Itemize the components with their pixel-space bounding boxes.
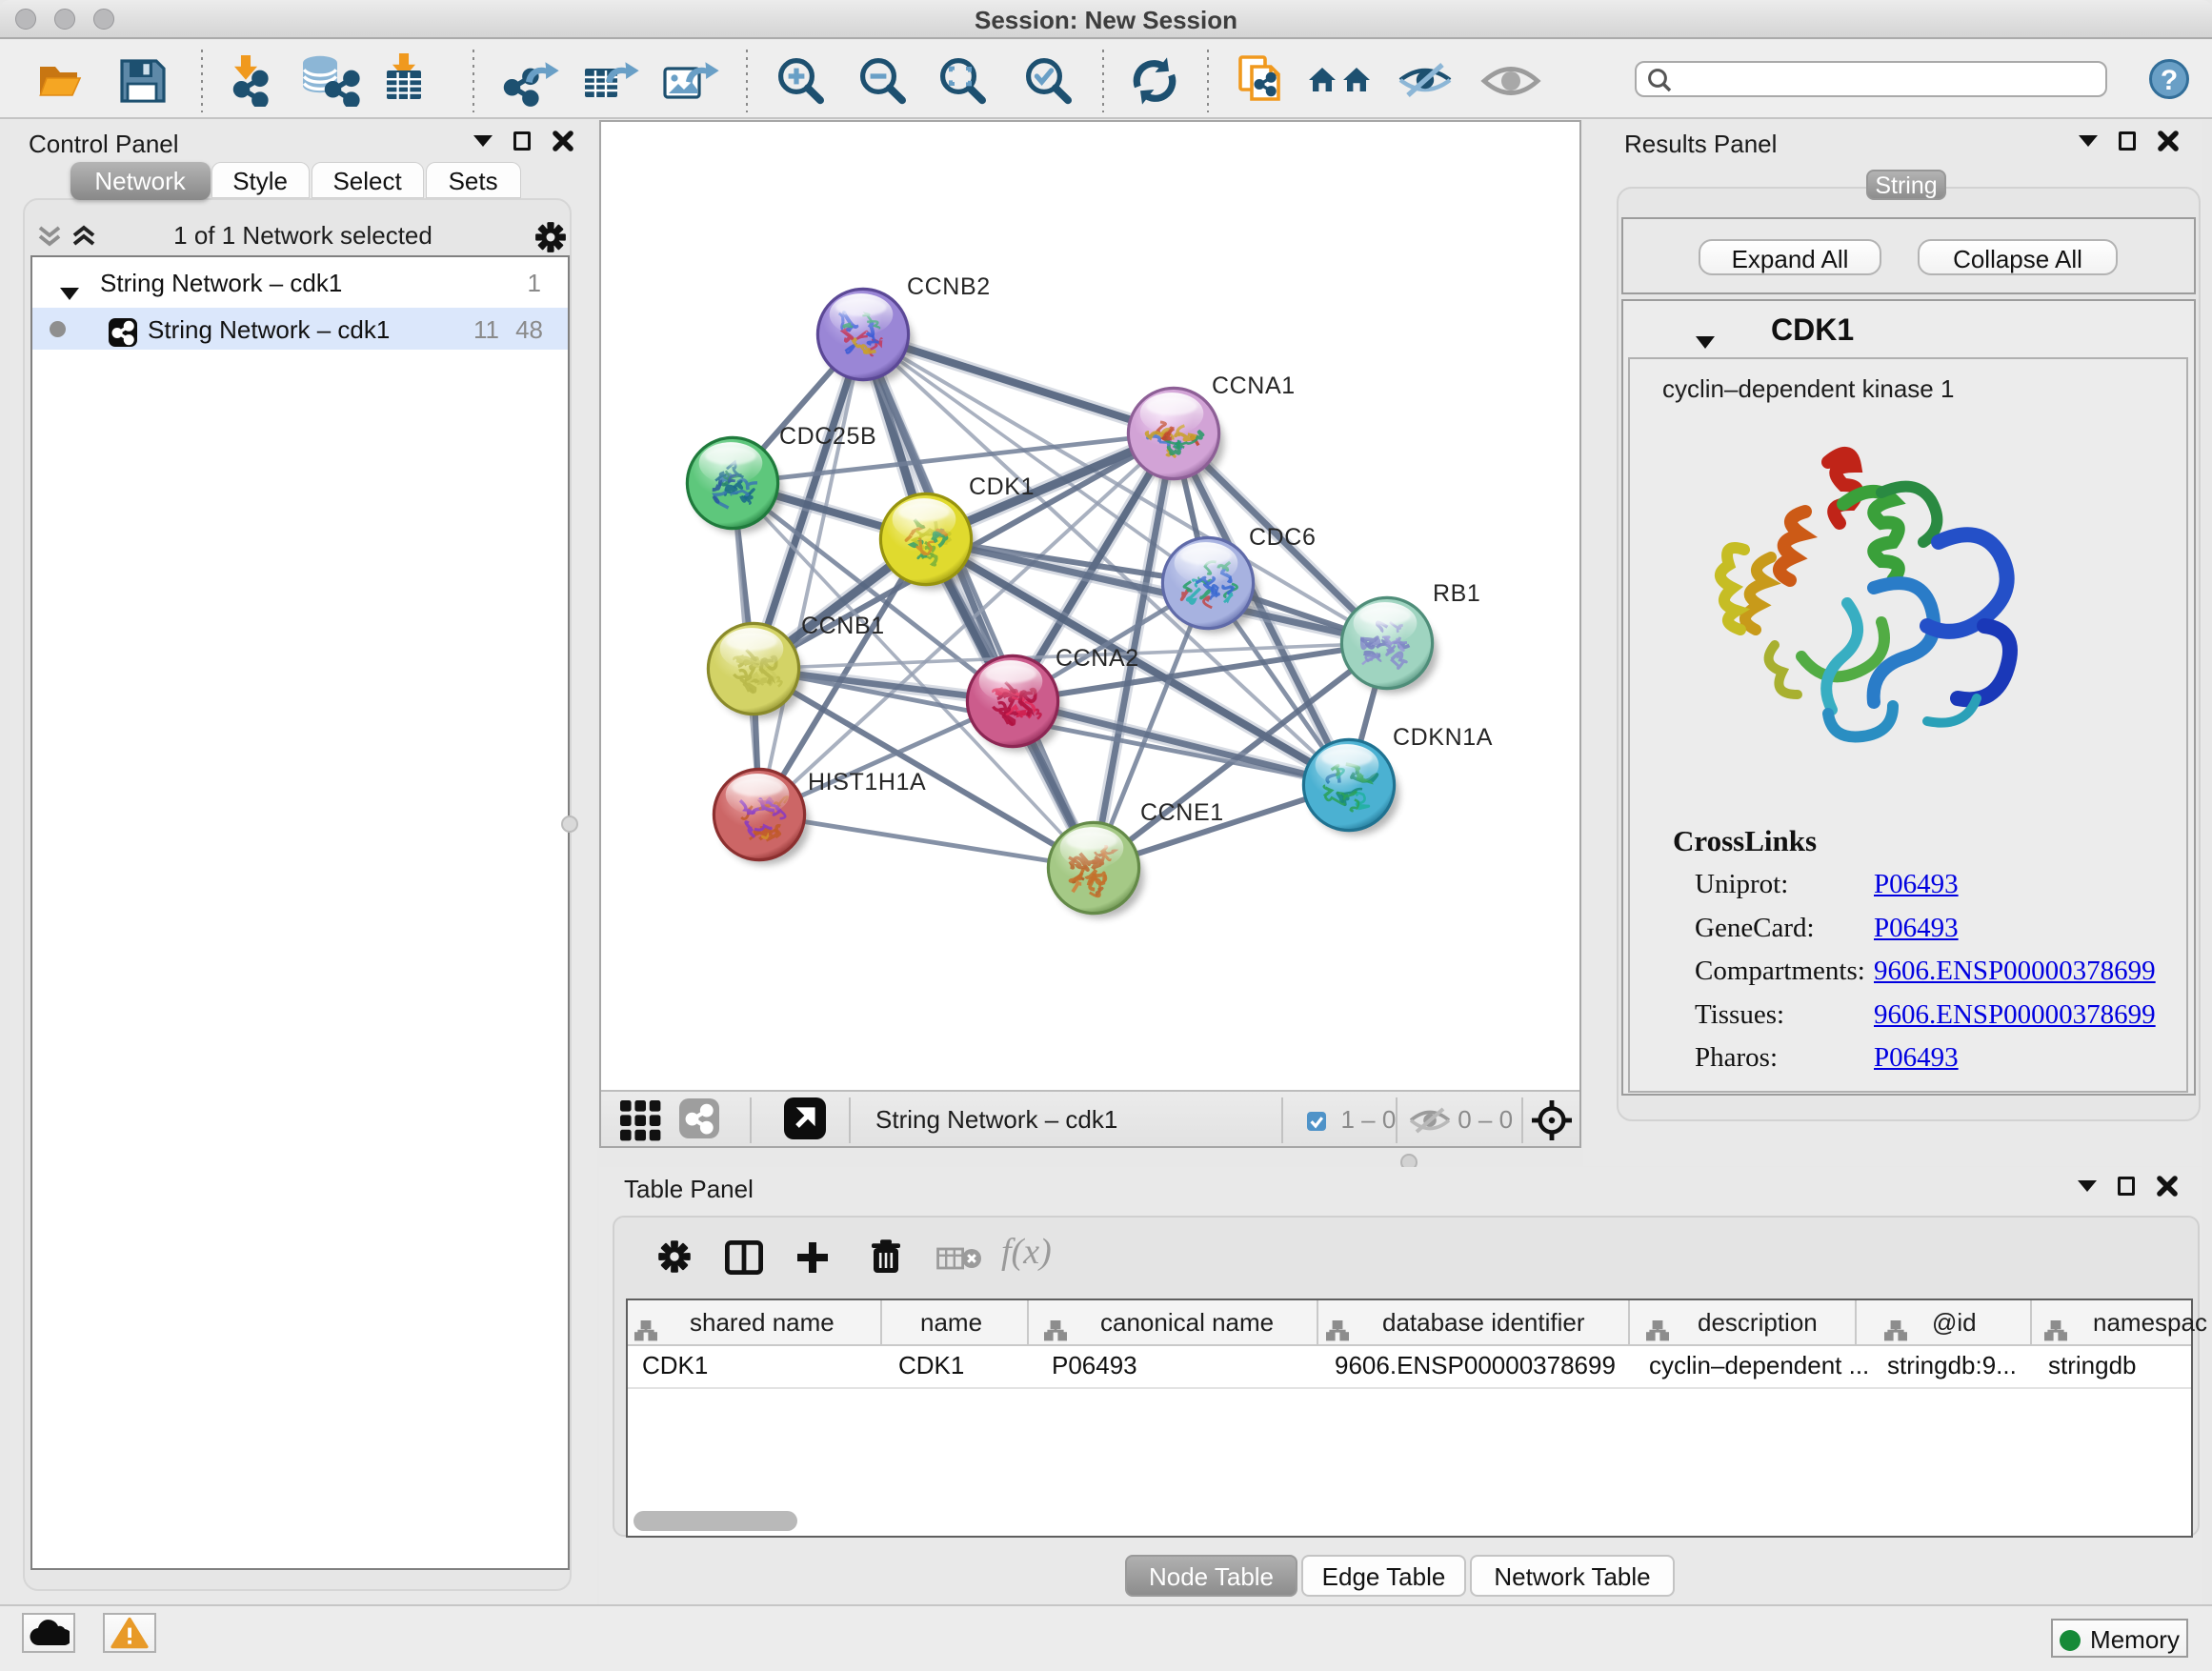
svg-text:CDC6: CDC6 — [1249, 524, 1316, 551]
svg-text:RB1: RB1 — [1433, 580, 1480, 607]
svg-text:CCNB1: CCNB1 — [801, 613, 885, 639]
svg-text:CDK1: CDK1 — [969, 473, 1035, 500]
svg-text:CCNA1: CCNA1 — [1212, 372, 1296, 399]
svg-text:CDKN1A: CDKN1A — [1393, 724, 1493, 751]
svg-text:HIST1H1A: HIST1H1A — [808, 769, 926, 795]
svg-text:CDC25B: CDC25B — [779, 423, 876, 450]
svg-text:CCNB2: CCNB2 — [907, 273, 991, 300]
svg-text:CCNE1: CCNE1 — [1140, 799, 1224, 826]
svg-text:CCNA2: CCNA2 — [1056, 645, 1139, 672]
